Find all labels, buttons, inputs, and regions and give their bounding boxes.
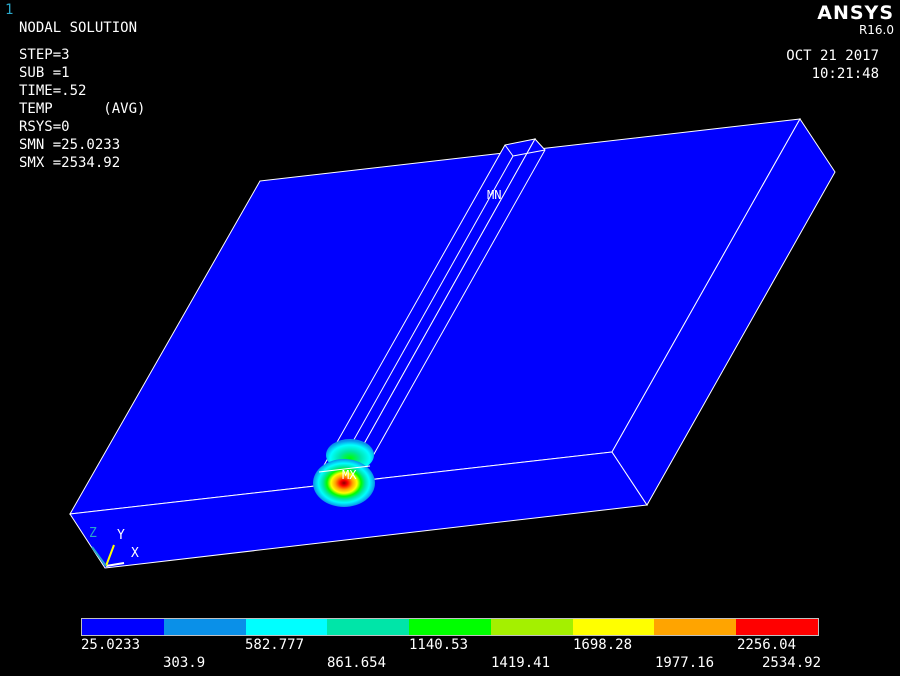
- legend-cell-5: [490, 619, 573, 635]
- legend-cell-0: [82, 619, 164, 635]
- legend-cell-3: [327, 619, 410, 635]
- min-marker: MN: [487, 188, 501, 202]
- legend-cell-8: [736, 619, 819, 635]
- legend-label-lower-4: 2534.92: [762, 655, 822, 671]
- legend-label-lower-0: 303.9: [163, 655, 206, 671]
- legend-cell-2: [245, 619, 328, 635]
- max-marker: MX: [342, 468, 357, 482]
- triad-z-label: Z: [89, 526, 97, 541]
- legend-cell-6: [572, 619, 655, 635]
- contour-legend-bar: [81, 618, 819, 636]
- triad-x-label: X: [131, 546, 139, 561]
- legend-label-lower-2: 1419.41: [491, 655, 551, 671]
- model-viewport[interactable]: MN MX Z Y X: [0, 0, 900, 676]
- legend-label-lower-3: 1977.16: [655, 655, 715, 671]
- legend-label-upper-3: 1698.28: [573, 637, 633, 653]
- plate-model: [69, 118, 836, 569]
- legend-cell-7: [654, 619, 737, 635]
- legend-label-upper-4: 2256.04: [737, 637, 797, 653]
- legend-label-lower-1: 861.654: [327, 655, 387, 671]
- legend-cell-1: [163, 619, 246, 635]
- legend-label-upper-2: 1140.53: [409, 637, 469, 653]
- legend-label-upper-0: 25.0233: [81, 637, 141, 653]
- legend-cell-4: [409, 619, 491, 635]
- legend-label-upper-1: 582.777: [245, 637, 305, 653]
- triad-y-label: Y: [117, 528, 125, 543]
